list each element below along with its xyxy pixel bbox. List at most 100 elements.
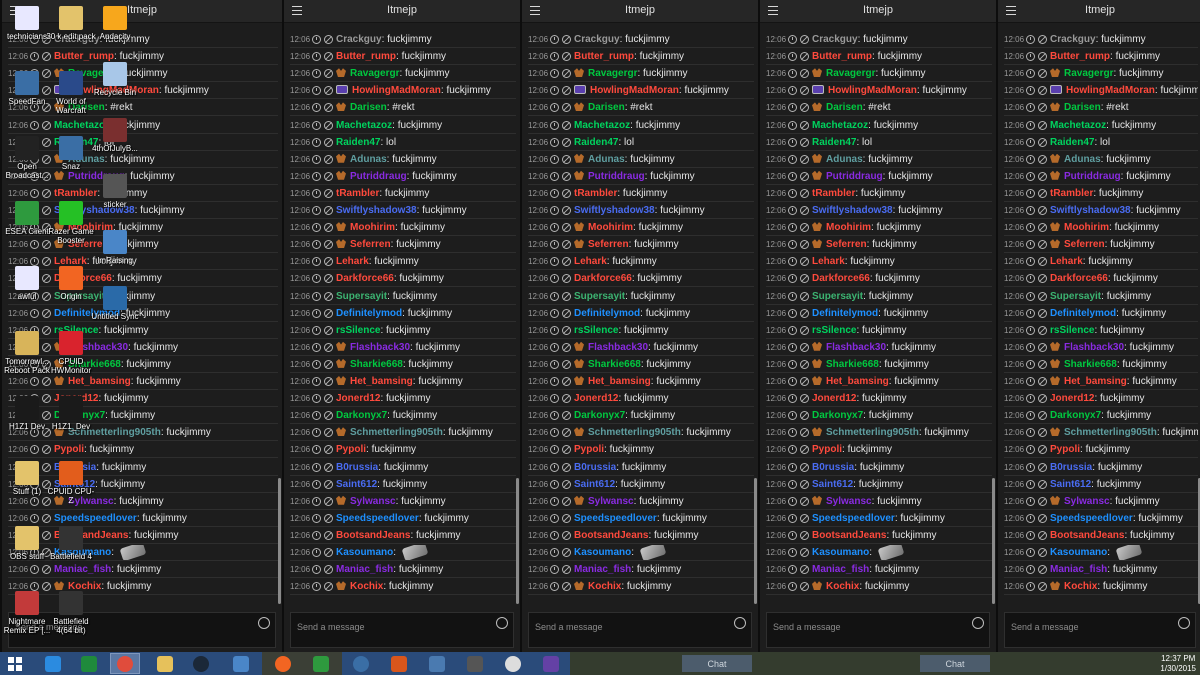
cpuid-taskbar-icon[interactable] <box>226 653 256 674</box>
chat-username[interactable]: Raiden47 <box>1050 137 1094 148</box>
timeout-icon[interactable] <box>788 479 797 489</box>
ban-icon[interactable] <box>324 582 333 592</box>
chat-username[interactable]: Raiden47 <box>574 137 618 148</box>
ban-icon[interactable] <box>562 411 571 421</box>
timeout-icon[interactable] <box>1026 325 1035 335</box>
ban-icon[interactable] <box>562 428 571 438</box>
ban-icon[interactable] <box>324 257 333 267</box>
timeout-icon[interactable] <box>312 223 321 233</box>
ban-icon[interactable] <box>562 188 571 198</box>
desktop-shortcut[interactable]: ESEA Client <box>2 201 52 236</box>
desktop-shortcut[interactable]: technicians <box>2 6 52 41</box>
timeout-icon[interactable] <box>550 274 559 284</box>
twitch-taskbar-icon[interactable] <box>536 653 566 674</box>
ban-icon[interactable] <box>324 291 333 301</box>
chat-username[interactable]: Definitelymod <box>574 308 640 319</box>
timeout-icon[interactable] <box>788 223 797 233</box>
ban-icon[interactable] <box>800 291 809 301</box>
timeout-icon[interactable] <box>788 411 797 421</box>
chat-username[interactable]: Pypoli <box>1050 444 1080 455</box>
chat-username[interactable]: Darisen <box>588 102 625 113</box>
desktop-shortcut[interactable]: Nightmare Remix EP [... <box>2 591 52 635</box>
timeout-icon[interactable] <box>312 103 321 113</box>
ban-icon[interactable] <box>800 377 809 386</box>
chat-username[interactable]: Darisen <box>826 102 863 113</box>
desktop-shortcut[interactable]: Battlefield 4(64 bit) <box>46 591 96 635</box>
timeout-icon[interactable] <box>1026 35 1035 44</box>
ban-icon[interactable] <box>800 171 809 181</box>
desktop-shortcut[interactable]: Recycle Bin <box>90 62 140 97</box>
timeout-icon[interactable] <box>1026 530 1035 540</box>
chat-username[interactable]: Kochix <box>826 581 859 592</box>
ban-icon[interactable] <box>800 513 809 523</box>
chat-input-field[interactable]: Send a message <box>766 612 990 648</box>
emoticon-menu-icon[interactable] <box>496 617 508 629</box>
chat-username[interactable]: Moohirim <box>588 222 633 233</box>
chat-username[interactable]: Maniac_fish <box>1050 564 1107 575</box>
desktop-shortcut[interactable]: ImRaising <box>90 230 140 265</box>
ban-icon[interactable] <box>800 428 809 438</box>
chat-username[interactable]: Lehark <box>812 256 845 267</box>
app-taskbar-icon[interactable] <box>384 653 414 674</box>
timeout-icon[interactable] <box>312 342 321 352</box>
ban-icon[interactable] <box>562 496 571 506</box>
ban-icon[interactable] <box>800 496 809 506</box>
ban-icon[interactable] <box>800 342 809 352</box>
timeout-icon[interactable] <box>312 69 321 79</box>
ban-icon[interactable] <box>1038 377 1047 386</box>
timeout-icon[interactable] <box>550 565 559 575</box>
desktop-shortcut[interactable]: CPUID HWMonitor <box>46 331 96 375</box>
ban-icon[interactable] <box>562 240 571 250</box>
chat-username[interactable]: Machetazoz <box>1050 120 1106 131</box>
chat-button-1[interactable]: Chat <box>682 655 752 672</box>
timeout-icon[interactable] <box>788 565 797 575</box>
ban-icon[interactable] <box>800 240 809 250</box>
ban-icon[interactable] <box>800 582 809 592</box>
ban-icon[interactable] <box>800 120 809 130</box>
timeout-icon[interactable] <box>312 257 321 267</box>
timeout-icon[interactable] <box>312 52 321 62</box>
chat-username[interactable]: Ravagergr <box>826 68 875 79</box>
chat-username[interactable]: BootsandJeans <box>1050 530 1124 541</box>
ie-taskbar-icon[interactable] <box>38 653 68 674</box>
timeout-icon[interactable] <box>1026 240 1035 250</box>
chat-scrollbar[interactable] <box>754 478 757 604</box>
desktop-shortcut[interactable]: 4thOfJulyB... <box>90 118 140 153</box>
chat-username[interactable]: Darkonyx7 <box>336 410 387 421</box>
timeout-icon[interactable] <box>312 394 321 404</box>
chat-username[interactable]: Speedspeedlover <box>336 513 419 524</box>
timeout-icon[interactable] <box>550 240 559 250</box>
timeout-icon[interactable] <box>550 103 559 113</box>
ban-icon[interactable] <box>562 206 571 215</box>
timeout-icon[interactable] <box>550 530 559 540</box>
ban-icon[interactable] <box>562 120 571 130</box>
chat-username[interactable]: Swiftlyshadow38 <box>336 205 417 216</box>
system-clock[interactable]: 12:37 PM 1/30/2015 <box>1160 654 1196 674</box>
chat-username[interactable]: Moohirim <box>1064 222 1109 233</box>
chat-username[interactable]: Machetazoz <box>336 120 392 131</box>
timeout-icon[interactable] <box>788 513 797 523</box>
chat-username[interactable]: tRambler <box>1050 188 1093 199</box>
timeout-icon[interactable] <box>312 86 321 96</box>
chat-username[interactable]: tRambler <box>812 188 855 199</box>
chat-username[interactable]: Adunas <box>350 154 387 165</box>
timeout-icon[interactable] <box>550 137 559 147</box>
ban-icon[interactable] <box>1038 513 1047 523</box>
timeout-icon[interactable] <box>312 188 321 198</box>
ban-icon[interactable] <box>1038 530 1047 540</box>
timeout-icon[interactable] <box>788 257 797 267</box>
timeout-icon[interactable] <box>550 52 559 62</box>
ban-icon[interactable] <box>324 377 333 386</box>
chat-username[interactable]: B0russia <box>574 462 616 473</box>
chat-username[interactable]: BootsandJeans <box>574 530 648 541</box>
chat-username[interactable]: Adunas <box>826 154 863 165</box>
chat-username[interactable]: Sylwansc <box>350 496 396 507</box>
chat-username[interactable]: Speedspeedlover <box>574 513 657 524</box>
ban-icon[interactable] <box>562 69 571 79</box>
timeout-icon[interactable] <box>1026 359 1035 369</box>
timeout-icon[interactable] <box>550 325 559 335</box>
timeout-icon[interactable] <box>312 530 321 540</box>
chat-username[interactable]: BootsandJeans <box>812 530 886 541</box>
desktop-shortcut[interactable]: Audacity <box>90 6 140 41</box>
timeout-icon[interactable] <box>788 325 797 335</box>
